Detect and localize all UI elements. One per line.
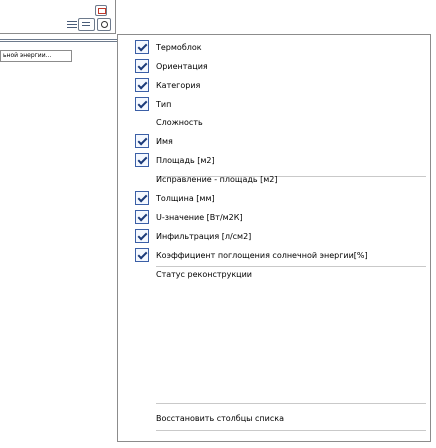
restore-columns-button[interactable]: Восстановить столбцы списка bbox=[156, 414, 284, 424]
toolbar-right-border bbox=[115, 0, 116, 34]
search-icon[interactable] bbox=[97, 18, 111, 31]
field-label: Инфильтрация [л/см2] bbox=[156, 232, 252, 241]
toolbar-bottom-border bbox=[0, 33, 115, 34]
field-label: Коэффициент поглощения солнечной энергии… bbox=[156, 251, 368, 260]
checkbox-name[interactable] bbox=[135, 134, 149, 148]
left-tab[interactable]: ьной энергии... bbox=[0, 50, 72, 62]
field-label: Категория bbox=[156, 81, 201, 90]
checkbox-solar-coefficient[interactable] bbox=[135, 248, 149, 262]
checkbox-orientation[interactable] bbox=[135, 59, 149, 73]
checkbox-area[interactable] bbox=[135, 153, 149, 167]
row-separator bbox=[156, 266, 426, 267]
left-tab-label: ьной энергии... bbox=[3, 52, 52, 59]
field-label: Тип bbox=[156, 100, 172, 109]
row-separator bbox=[156, 403, 426, 404]
field-label: Статус реконструкции bbox=[156, 270, 252, 279]
checkbox-thickness[interactable] bbox=[135, 191, 149, 205]
field-label: Площадь [м2] bbox=[156, 156, 215, 165]
field-label: Имя bbox=[156, 137, 173, 146]
list-icon[interactable] bbox=[67, 20, 77, 30]
dropdown-icon[interactable] bbox=[78, 18, 95, 31]
field-label: Термоблок bbox=[156, 43, 202, 52]
checkbox-termoblok[interactable] bbox=[135, 40, 149, 54]
window-icon[interactable] bbox=[95, 5, 107, 16]
tab-strip-line-2 bbox=[0, 41, 117, 42]
field-label: U-значение [Вт/м2К] bbox=[156, 213, 243, 222]
checkbox-u-value[interactable] bbox=[135, 210, 149, 224]
field-label: Ориентация bbox=[156, 62, 208, 71]
tab-strip-line bbox=[0, 39, 117, 40]
field-label: Сложность bbox=[156, 118, 203, 127]
checkbox-type[interactable] bbox=[135, 97, 149, 111]
checkbox-infiltration[interactable] bbox=[135, 229, 149, 243]
field-label: Толщина [мм] bbox=[156, 194, 215, 203]
field-label: Исправление - площадь [м2] bbox=[156, 175, 278, 184]
row-separator bbox=[156, 430, 426, 431]
checkbox-category[interactable] bbox=[135, 78, 149, 92]
